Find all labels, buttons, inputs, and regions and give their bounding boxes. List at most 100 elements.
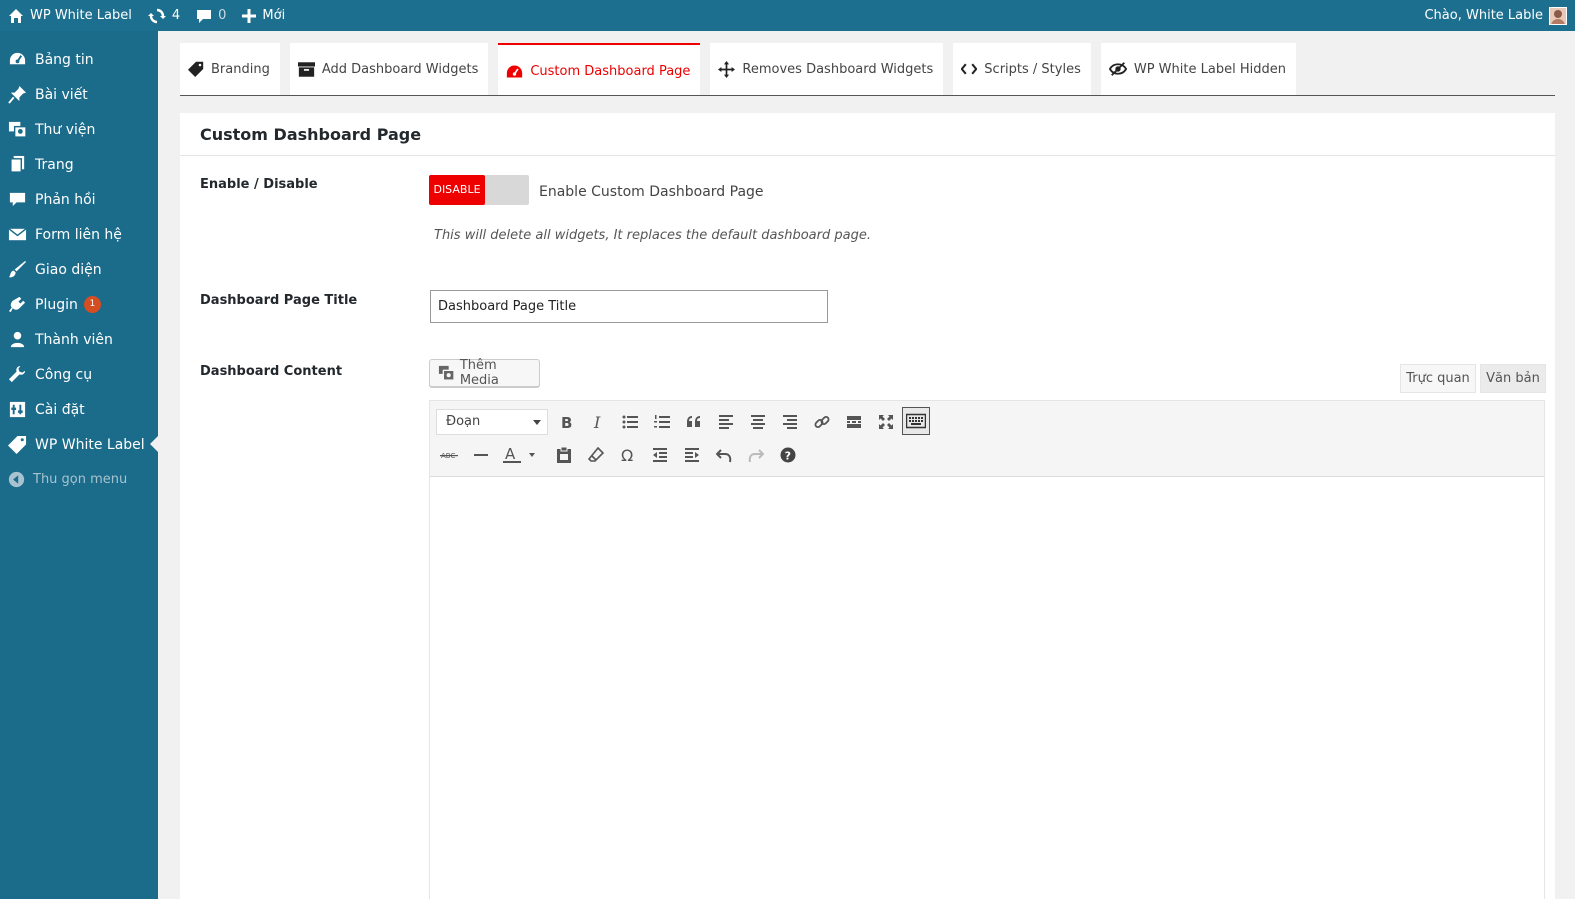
plugin-update-badge: 1 xyxy=(83,296,101,313)
undo-button[interactable] xyxy=(710,441,738,469)
toggle-description: Enable Custom Dashboard Page xyxy=(539,184,764,200)
sidebar-item-plugins[interactable]: Plugin 1 xyxy=(0,287,158,322)
bold-button[interactable]: B xyxy=(552,408,580,436)
numbered-list-button[interactable] xyxy=(648,408,676,436)
toolbar-toggle-button[interactable] xyxy=(902,407,930,435)
editor-content-area[interactable] xyxy=(430,477,1544,899)
paste-as-text-button[interactable] xyxy=(550,441,578,469)
italic-button[interactable]: I xyxy=(584,408,612,436)
settings-icon xyxy=(9,401,26,418)
quote-icon xyxy=(687,416,700,427)
redo-button[interactable] xyxy=(742,441,770,469)
sidebar-item-label: WP White Label xyxy=(35,436,145,453)
tab-scripts-styles[interactable]: Scripts / Styles xyxy=(953,43,1091,95)
blockquote-button[interactable] xyxy=(680,408,708,436)
sidebar-item-pages[interactable]: Trang xyxy=(0,147,158,182)
sidebar-item-contact-form[interactable]: Form liên hệ xyxy=(0,217,158,252)
strikethrough-button[interactable]: ABC xyxy=(435,441,463,469)
tag-icon xyxy=(188,61,204,77)
admin-sidebar: Bảng tin Bài viết Thư viện Trang Phản hồ… xyxy=(0,31,158,899)
collapse-menu-button[interactable]: Thu gọn menu xyxy=(0,462,158,497)
new-label: Mới xyxy=(262,8,286,23)
svg-text:?: ? xyxy=(785,450,791,463)
sidebar-item-dashboard[interactable]: Bảng tin xyxy=(0,42,158,77)
tab-label: Scripts / Styles xyxy=(984,61,1081,77)
keyboard-shortcuts-help-button[interactable]: ? xyxy=(774,441,802,469)
mail-icon xyxy=(8,228,27,241)
text-color-icon: A xyxy=(503,446,535,463)
tab-wp-white-label-hidden[interactable]: WP White Label Hidden xyxy=(1100,43,1296,95)
eraser-icon xyxy=(588,447,604,462)
users-icon xyxy=(10,331,25,348)
sidebar-item-label: Thư viện xyxy=(35,121,96,138)
comments-link[interactable]: 0 xyxy=(188,0,234,31)
sidebar-item-label: Phản hồi xyxy=(35,191,96,208)
tab-label: Removes Dashboard Widgets xyxy=(742,61,934,77)
tab-removes-dashboard-widgets[interactable]: Removes Dashboard Widgets xyxy=(710,43,944,95)
align-center-icon xyxy=(751,415,765,429)
add-media-button[interactable]: Thêm Media xyxy=(429,358,540,388)
avatar xyxy=(1549,6,1567,25)
paragraph-format-select[interactable]: Đoạn xyxy=(436,409,548,435)
dashboard-content-label: Dashboard Content xyxy=(200,364,343,379)
indent-button[interactable] xyxy=(678,441,706,469)
align-left-button[interactable] xyxy=(712,408,740,436)
fullscreen-button[interactable] xyxy=(872,408,900,436)
tab-label: Add Dashboard Widgets xyxy=(321,61,479,77)
special-character-button[interactable]: Ω xyxy=(614,441,642,469)
tools-icon xyxy=(8,365,26,383)
align-right-button[interactable] xyxy=(776,408,804,436)
visual-mode-tab[interactable]: Trực quan xyxy=(1400,364,1476,393)
sidebar-item-users[interactable]: Thành viên xyxy=(0,322,158,357)
clipboard-icon xyxy=(557,447,571,463)
page-title-input[interactable] xyxy=(430,290,828,323)
undo-icon xyxy=(716,449,732,463)
code-icon xyxy=(961,63,978,75)
media-icon xyxy=(8,121,27,138)
keyboard-icon xyxy=(906,413,926,429)
eye-slash-icon xyxy=(1108,62,1127,76)
account-menu[interactable]: Chào, White Lable xyxy=(1424,0,1575,31)
outdent-button[interactable] xyxy=(646,441,674,469)
sidebar-item-label: Thành viên xyxy=(35,331,113,348)
panel-title: Custom Dashboard Page xyxy=(180,113,1555,156)
sidebar-item-tools[interactable]: Công cụ xyxy=(0,357,158,392)
text-color-button[interactable]: A xyxy=(499,441,541,469)
pages-icon xyxy=(10,155,25,173)
read-more-button[interactable] xyxy=(840,408,868,436)
horizontal-line-button[interactable] xyxy=(467,441,495,469)
tab-branding[interactable]: Branding xyxy=(180,43,280,95)
enable-toggle-switch[interactable]: DISABLE xyxy=(429,175,529,205)
sidebar-item-comments[interactable]: Phản hồi xyxy=(0,182,158,217)
sidebar-item-posts[interactable]: Bài viết xyxy=(0,77,158,112)
site-name-link[interactable]: WP White Label xyxy=(0,0,140,31)
help-icon: ? xyxy=(780,447,796,463)
insert-link-button[interactable] xyxy=(808,408,836,436)
tab-label: Branding xyxy=(211,61,270,77)
collapse-menu-label: Thu gọn menu xyxy=(33,472,128,487)
home-icon xyxy=(9,8,23,23)
sidebar-item-appearance[interactable]: Giao diện xyxy=(0,252,158,287)
comments-count: 0 xyxy=(218,8,227,23)
clear-formatting-button[interactable] xyxy=(582,441,610,469)
sidebar-item-label: Form liên hệ xyxy=(35,226,122,243)
tab-custom-dashboard-page[interactable]: Custom Dashboard Page xyxy=(498,43,701,95)
bullet-list-button[interactable] xyxy=(616,408,644,436)
sidebar-item-label: Giao diện xyxy=(35,261,102,278)
sidebar-item-label: Trang xyxy=(35,156,74,173)
refresh-icon xyxy=(147,8,166,23)
dashboard-icon xyxy=(9,52,26,65)
updates-link[interactable]: 4 xyxy=(140,0,188,31)
sidebar-item-label: Công cụ xyxy=(35,366,93,383)
align-center-button[interactable] xyxy=(744,408,772,436)
sidebar-item-media[interactable]: Thư viện xyxy=(0,112,158,147)
align-right-icon xyxy=(783,415,797,429)
sidebar-item-settings[interactable]: Cài đặt xyxy=(0,392,158,427)
new-content-link[interactable]: Mới xyxy=(234,0,293,31)
tab-add-dashboard-widgets[interactable]: Add Dashboard Widgets xyxy=(289,43,489,95)
settings-panel: Custom Dashboard Page Enable / Disable D… xyxy=(180,113,1555,899)
media-icon xyxy=(438,365,455,381)
add-media-label: Thêm Media xyxy=(459,358,499,388)
sidebar-item-wp-white-label[interactable]: WP White Label xyxy=(0,427,158,462)
text-mode-tab[interactable]: Văn bản xyxy=(1480,364,1546,393)
